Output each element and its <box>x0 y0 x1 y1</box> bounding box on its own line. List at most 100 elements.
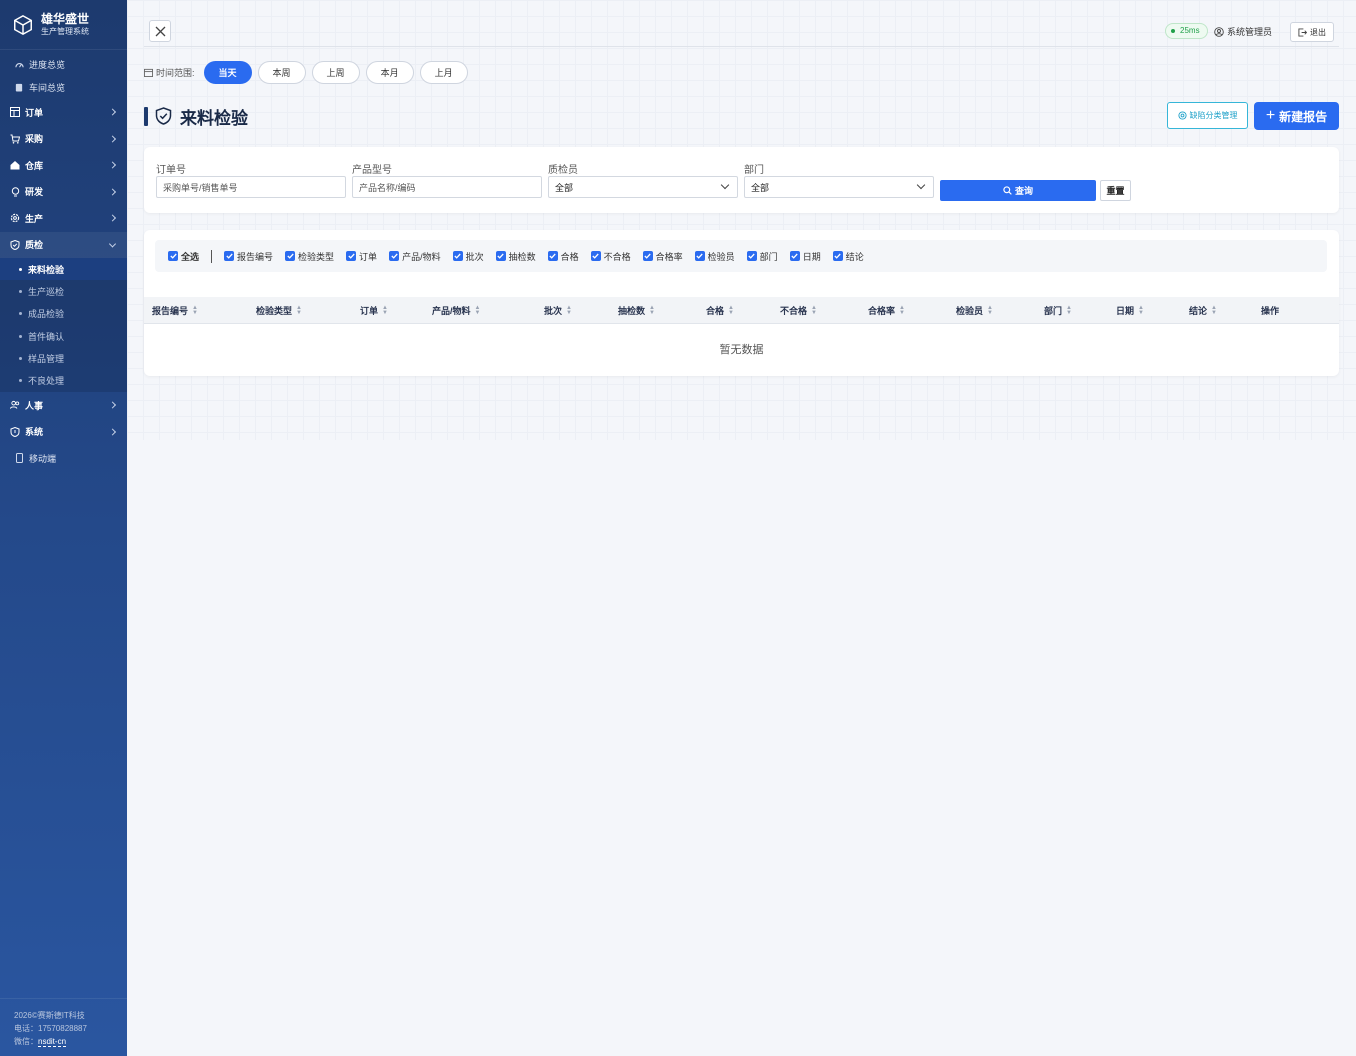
bullet-icon <box>19 267 22 271</box>
nav-label: 研发 <box>25 187 44 198</box>
nav-group-warehouse[interactable]: 仓库 <box>0 152 127 179</box>
column-header[interactable]: 检验员 ▲ ▼ <box>956 297 993 324</box>
inspector-select[interactable]: 全部 <box>548 176 738 198</box>
nav-group-purchase[interactable]: 采购 <box>0 126 127 153</box>
range-today-button[interactable]: 当天 <box>203 60 252 84</box>
sub-item-final-inspection[interactable]: 成品检验 <box>0 303 127 325</box>
column-toggle-bar: 全选 报告编号 检验类型 订单 产品/物料 批次 抽检数 合格 不合格 合格率 检验员 部门 日期 结论 <box>155 240 1327 272</box>
filter-card: 订单号 采购单号/销售单号 产品型号 产品名称/编码 质检员 全部 部门 全部 … <box>144 147 1339 213</box>
column-header[interactable]: 抽检数 ▲ ▼ <box>618 297 655 324</box>
chevron-down-icon <box>108 240 117 248</box>
column-header[interactable]: 结论 ▲ ▼ <box>1189 297 1217 324</box>
search-button[interactable]: 查询 <box>940 180 1096 201</box>
order-label: 订单号 <box>156 165 186 176</box>
brand[interactable]: 雄华盛世 生产管理系统 <box>0 0 127 50</box>
defect-category-button[interactable]: 缺陷分类管理 <box>1167 102 1248 129</box>
nav-group-qc[interactable]: 质检 <box>0 231 127 258</box>
column-checkbox[interactable]: 部门 <box>746 250 778 263</box>
sub-item-defects[interactable]: 不良处理 <box>0 369 127 391</box>
reset-button[interactable]: 重置 <box>1100 180 1131 201</box>
product-label: 产品型号 <box>352 165 392 176</box>
bullet-icon <box>19 379 22 383</box>
column-header-label: 报告编号 <box>152 306 189 316</box>
nav-item-mobile[interactable]: 移动端 <box>0 445 127 472</box>
column-checkbox[interactable]: 产品/物料 <box>389 250 441 263</box>
plus-icon: + <box>1265 107 1276 124</box>
shield-icon <box>10 426 20 437</box>
time-range-text: 时间范围: <box>156 67 195 78</box>
column-header[interactable]: 订单 ▲ ▼ <box>360 297 388 324</box>
nav-item-progress[interactable]: 进度总览 <box>0 53 127 76</box>
nav-item-workshop[interactable]: 车间总览 <box>0 76 127 99</box>
column-checkbox[interactable]: 订单 <box>346 250 377 263</box>
nav-label: 订单 <box>25 107 44 118</box>
column-checkbox[interactable]: 合格率 <box>642 250 683 263</box>
column-checkbox[interactable]: 抽检数 <box>495 250 536 263</box>
product-input[interactable]: 产品名称/编码 <box>352 176 542 198</box>
sidebar-footer: 2026©赛斯德IT科技 电话：17570828887 微信：nsdit-cn <box>0 998 127 1056</box>
sub-item-incoming-inspection[interactable]: 来料检验 <box>0 258 127 281</box>
nav-group-rnd[interactable]: 研发 <box>0 179 127 206</box>
column-header[interactable]: 日期 ▲ ▼ <box>1116 297 1144 324</box>
column-checkbox[interactable]: 报告编号 <box>224 250 273 263</box>
sort-icon: ▲ ▼ <box>296 304 302 316</box>
column-checkbox[interactable]: 不合格 <box>590 250 631 263</box>
close-button[interactable] <box>149 20 171 42</box>
column-header[interactable]: 合格 ▲ ▼ <box>706 297 734 324</box>
dept-select[interactable]: 全部 <box>744 176 934 198</box>
column-header-label: 抽检数 <box>618 306 646 316</box>
sort-icon: ▲ ▼ <box>1066 304 1072 316</box>
range-this-month-button[interactable]: 本月 <box>365 60 414 84</box>
inspector-label: 质检员 <box>548 165 578 176</box>
sub-item-production-patrol[interactable]: 生产巡检 <box>0 280 127 302</box>
column-header[interactable]: 部门 ▲ ▼ <box>1044 297 1072 324</box>
column-header[interactable]: 检验类型 ▲ ▼ <box>256 297 302 324</box>
nav-group-orders[interactable]: 订单 <box>0 99 127 126</box>
sub-item-label: 来料检验 <box>28 264 65 275</box>
new-report-button[interactable]: + 新建报告 <box>1254 102 1339 130</box>
column-header-label: 合格率 <box>868 306 896 316</box>
brand-subtitle: 生产管理系统 <box>41 27 89 36</box>
range-last-week-button[interactable]: 上周 <box>311 60 360 84</box>
sub-item-samples[interactable]: 样品管理 <box>0 347 127 369</box>
range-last-month-button[interactable]: 上月 <box>419 60 468 84</box>
column-header[interactable]: 不合格 ▲ ▼ <box>780 297 817 324</box>
order-input[interactable]: 采购单号/销售单号 <box>156 176 346 198</box>
column-checkbox[interactable]: 结论 <box>832 250 864 263</box>
nav-group-hr[interactable]: 人事 <box>0 392 127 419</box>
time-range: 时间范围: 当天 本周 上周 本月 上月 <box>144 60 474 84</box>
topbar: 25ms 系统管理员 退出 <box>144 16 1339 47</box>
wechat-id[interactable]: nsdit-cn <box>38 1037 67 1047</box>
column-checkbox[interactable]: 日期 <box>789 250 821 263</box>
new-report-label: 新建报告 <box>1279 109 1328 124</box>
logout-button[interactable]: 退出 <box>1290 22 1334 42</box>
settings-icon <box>1177 111 1187 120</box>
sort-icon: ▲ ▼ <box>566 304 572 316</box>
column-checkbox-label: 日期 <box>802 251 821 262</box>
nav-label: 移动端 <box>29 453 57 464</box>
sub-item-first-article[interactable]: 首件确认 <box>0 325 127 347</box>
column-header[interactable]: 产品/物料 ▲ ▼ <box>432 297 480 324</box>
nav-group-system[interactable]: 系统 <box>0 418 127 445</box>
user-menu[interactable]: 系统管理员 <box>1214 25 1272 38</box>
column-checkbox[interactable]: 批次 <box>452 250 484 263</box>
column-header[interactable]: 批次 ▲ ▼ <box>544 297 572 324</box>
sort-icon: ▲ ▼ <box>811 304 817 316</box>
main-content: 25ms 系统管理员 退出 时间范围: 当天 本周 上周 本月 上月 来料检验 … <box>127 0 1356 1056</box>
column-checkbox[interactable]: 合格 <box>547 250 579 263</box>
column-checkboxes: 报告编号 检验类型 订单 产品/物料 批次 抽检数 合格 不合格 合格率 检验员 部门 日期 结论 <box>224 250 876 263</box>
column-header[interactable]: 合格率 ▲ ▼ <box>868 297 905 324</box>
column-checkbox[interactable]: 检验类型 <box>285 250 334 263</box>
column-checkbox[interactable]: 检验员 <box>694 250 735 263</box>
column-checkbox-label: 不合格 <box>603 251 631 262</box>
nav-group-production[interactable]: 生产 <box>0 205 127 232</box>
select-all-checkbox[interactable]: 全选 <box>168 250 199 263</box>
nav-label: 人事 <box>25 400 44 411</box>
sort-icon: ▲ ▼ <box>987 304 993 316</box>
range-this-week-button[interactable]: 本周 <box>257 60 306 84</box>
column-checkbox-label: 检验员 <box>707 251 735 262</box>
column-header-label: 检验员 <box>956 306 984 316</box>
column-header[interactable]: 报告编号 ▲ ▼ <box>152 297 198 324</box>
table-header: 报告编号 ▲ ▼ 检验类型 ▲ ▼ 订单 ▲ ▼ 产品/物料 ▲ ▼ 批次 ▲ ▼ 抽检数 ▲ ▼ 合格 ▲ ▼ 不合格 ▲… <box>144 297 1339 324</box>
column-checkbox-label: 批次 <box>465 251 484 262</box>
